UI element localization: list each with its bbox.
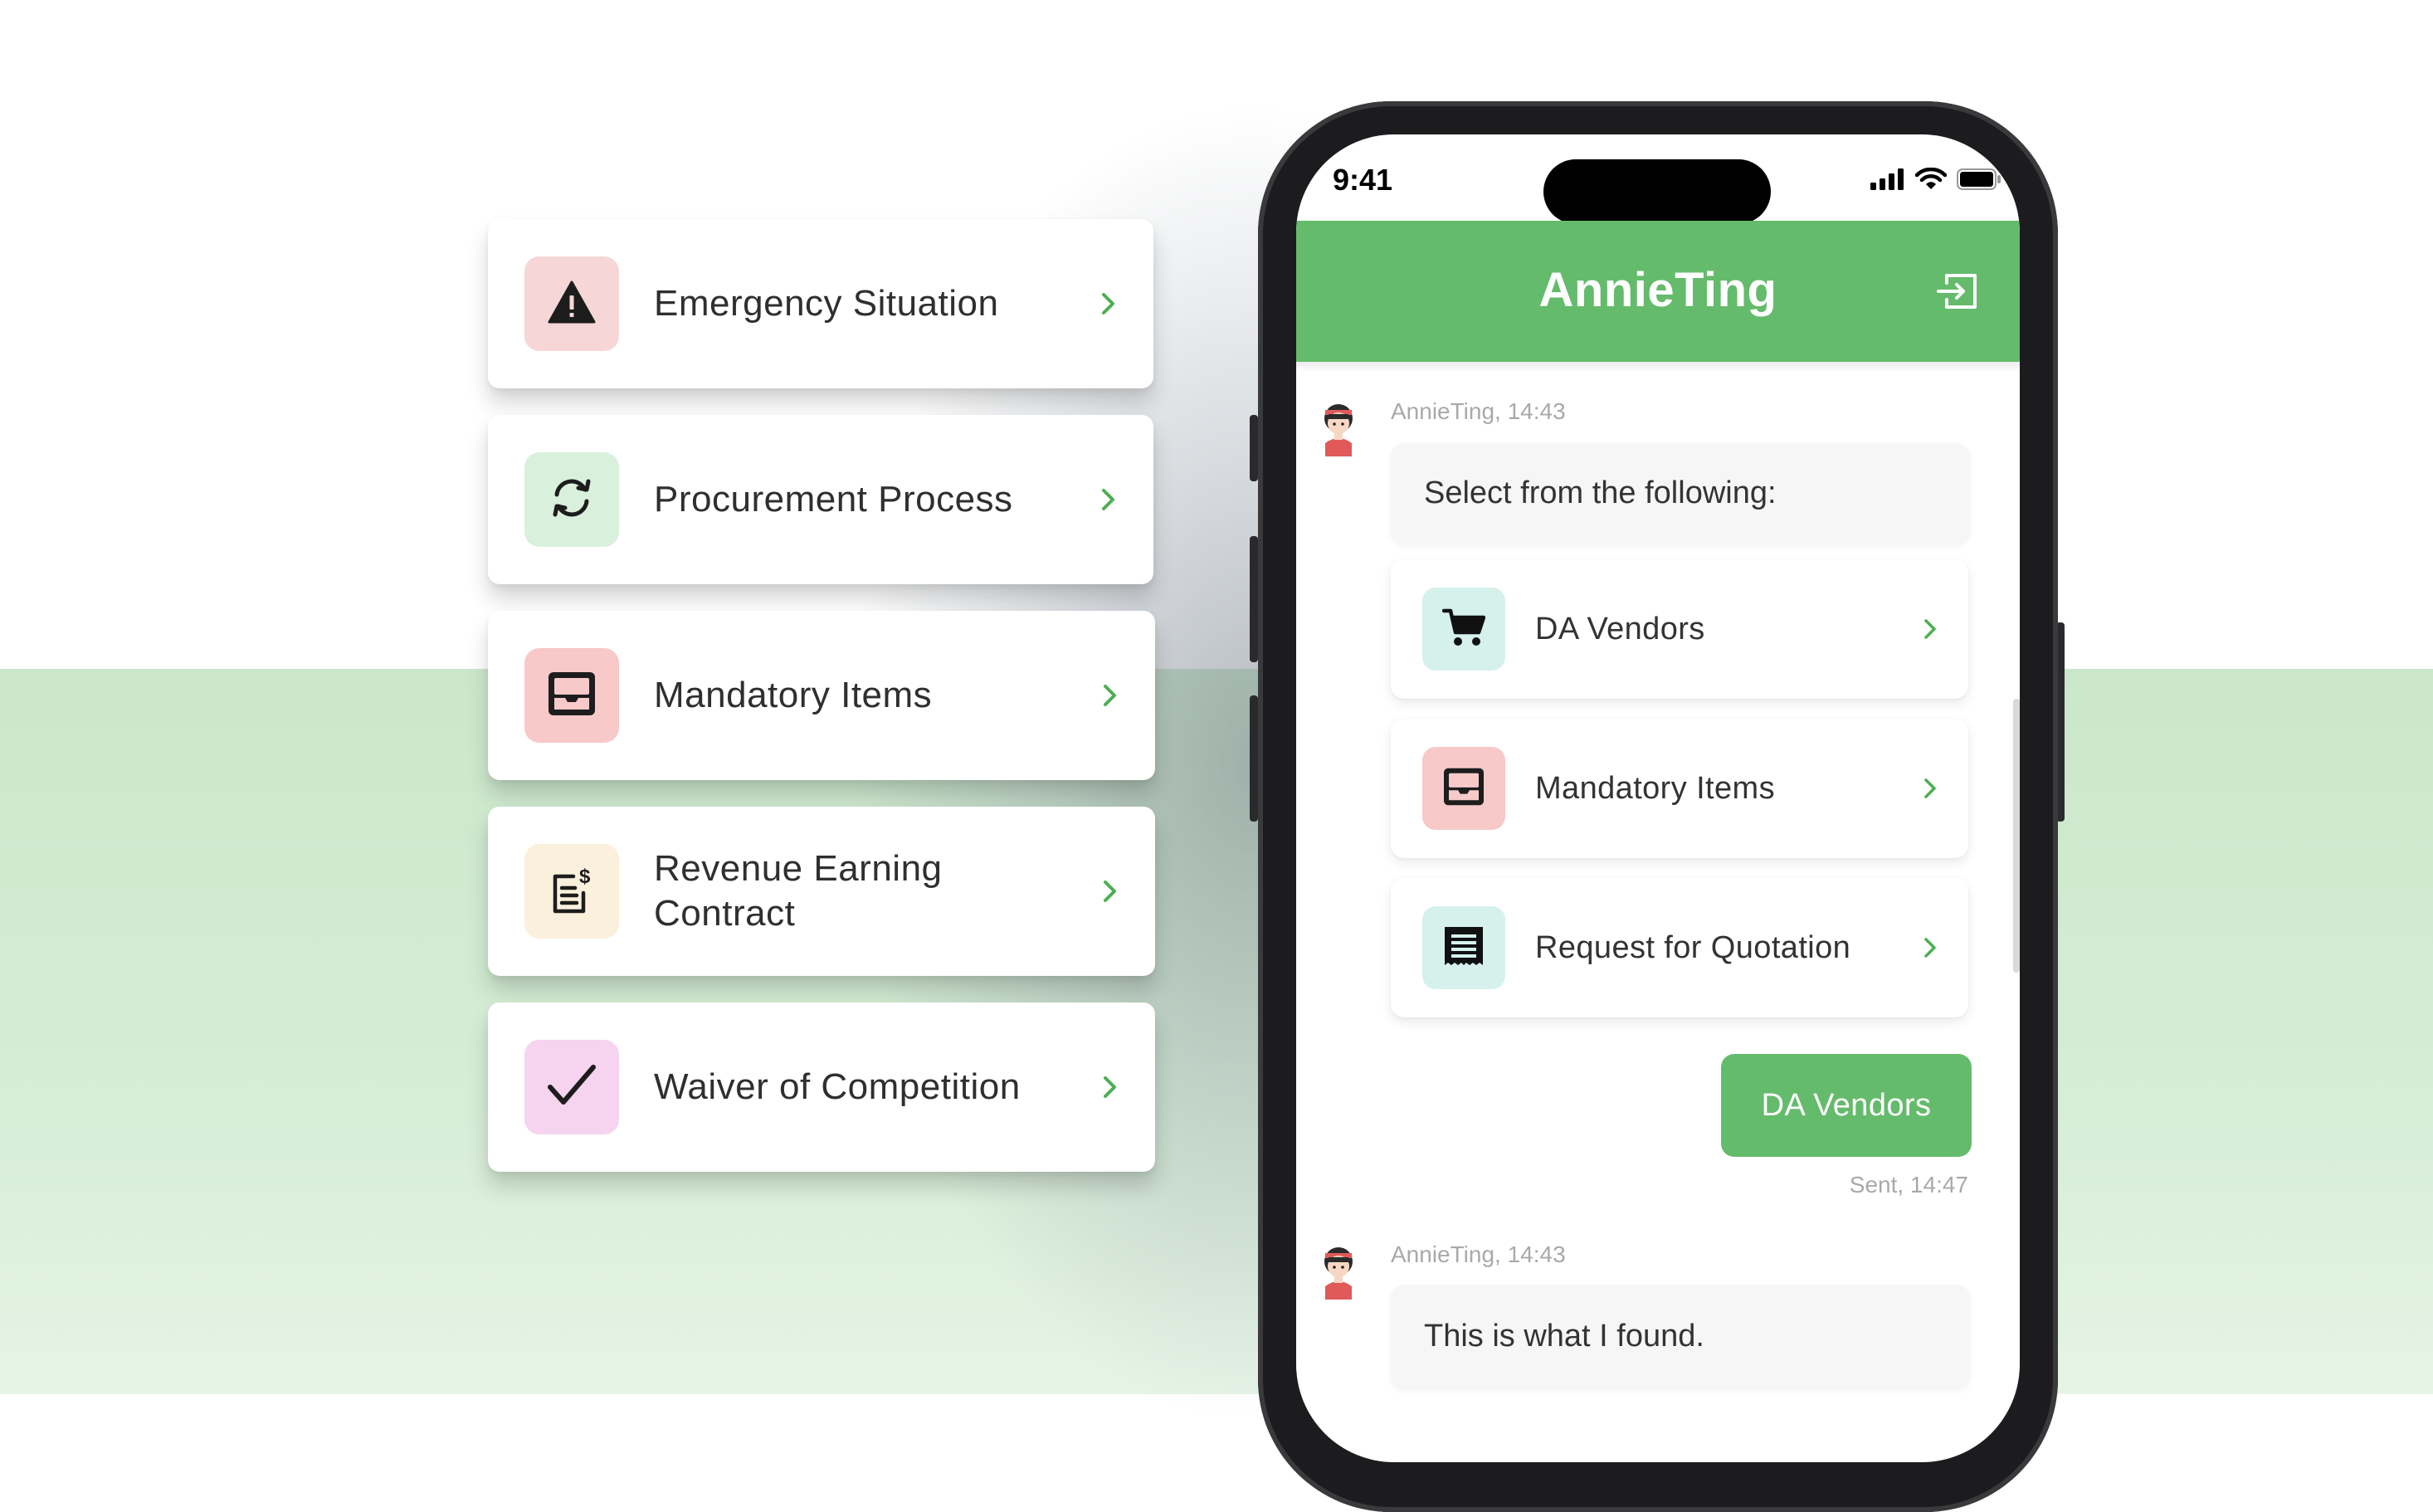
message-bubble: Select from the following: <box>1391 443 1970 543</box>
message-meta: AnnieTing, 14:43 <box>1391 1241 1566 1267</box>
mandatory-icon-box <box>524 648 619 743</box>
menu-card-revenue-earning-contract[interactable]: $ Revenue Earning Contract <box>488 807 1155 976</box>
shopping-cart-icon <box>1441 607 1486 651</box>
option-icon-box <box>1422 588 1505 671</box>
revenue-icon-box: $ <box>524 844 619 939</box>
signal-icon <box>1870 168 1905 194</box>
dynamic-island <box>1543 159 1771 224</box>
chevron-right-icon <box>1099 1075 1122 1099</box>
chevron-right-icon <box>1099 880 1122 903</box>
menu-card-label: Mandatory Items <box>654 675 933 715</box>
chevron-right-icon <box>1099 684 1122 707</box>
menu-card-emergency-situation[interactable]: Emergency Situation <box>488 219 1153 388</box>
status-time: 9:41 <box>1333 163 1393 197</box>
chevron-right-icon <box>1923 778 1937 799</box>
chevron-right-icon <box>1923 618 1937 640</box>
menu-card-label: Revenue Earning Contract <box>654 846 1099 936</box>
phone-volume-up-button <box>1250 536 1258 662</box>
menu-card-label: Waiver of Competition <box>654 1066 1021 1107</box>
phone-volume-down-button <box>1250 695 1258 822</box>
battery-icon <box>1957 168 2001 194</box>
waiver-icon-box <box>524 1040 619 1134</box>
logout-icon <box>1937 274 1978 314</box>
message-meta: AnnieTing, 14:43 <box>1391 398 1566 424</box>
scrollbar[interactable] <box>2013 699 2020 973</box>
warning-triangle-icon <box>548 280 596 328</box>
header-title: AnnieTing <box>1538 263 1777 317</box>
chevron-right-icon <box>1923 937 1937 958</box>
phone-screen: 9:41 AnnieTing AnnieTing, 14:43 Select f… <box>1296 134 2020 1462</box>
option-label: Request for Quotation <box>1535 929 1851 965</box>
phone-mute-switch <box>1250 415 1258 481</box>
avatar <box>1318 398 1359 456</box>
option-label: DA Vendors <box>1535 611 1705 646</box>
sent-message-bubble: DA Vendors <box>1721 1054 1972 1157</box>
menu-card-waiver-of-competition[interactable]: Waiver of Competition <box>488 1002 1155 1172</box>
svg-text:$: $ <box>579 866 591 888</box>
option-icon-box <box>1422 906 1505 989</box>
receipt-icon <box>1443 925 1485 971</box>
app-header: AnnieTing <box>1296 221 2020 362</box>
wifi-icon <box>1914 167 1948 195</box>
menu-card-mandatory-items[interactable]: Mandatory Items <box>488 611 1155 780</box>
option-request-for-quotation[interactable]: Request for Quotation <box>1391 878 1968 1017</box>
procurement-icon-box <box>524 452 619 547</box>
menu-card-procurement-process[interactable]: Procurement Process <box>488 415 1153 584</box>
invoice-dollar-icon: $ <box>549 865 595 919</box>
status-icons <box>1870 167 2001 195</box>
sync-arrows-icon <box>547 475 597 525</box>
option-da-vendors[interactable]: DA Vendors <box>1391 559 1968 699</box>
menu-card-label-line1: Revenue Earning <box>654 848 943 889</box>
menu-card-label: Emergency Situation <box>654 283 999 324</box>
checkmark-icon <box>545 1062 598 1113</box>
chevron-right-icon <box>1097 292 1120 315</box>
inbox-tray-icon <box>1442 767 1485 811</box>
avatar <box>1318 1241 1359 1300</box>
option-icon-box <box>1422 747 1505 830</box>
menu-card-label-line2: Contract <box>654 893 796 934</box>
emergency-icon-box <box>524 256 619 351</box>
option-label: Mandatory Items <box>1535 770 1775 806</box>
logout-button[interactable] <box>1937 272 1978 315</box>
message-bubble: This is what I found. <box>1391 1285 1970 1388</box>
menu-card-label: Procurement Process <box>654 479 1013 519</box>
sent-message-meta: Sent, 14:47 <box>1849 1172 1968 1197</box>
header-shadow <box>1296 362 2020 372</box>
option-mandatory-items[interactable]: Mandatory Items <box>1391 719 1968 858</box>
inbox-tray-icon <box>547 671 597 721</box>
chevron-right-icon <box>1097 488 1120 511</box>
